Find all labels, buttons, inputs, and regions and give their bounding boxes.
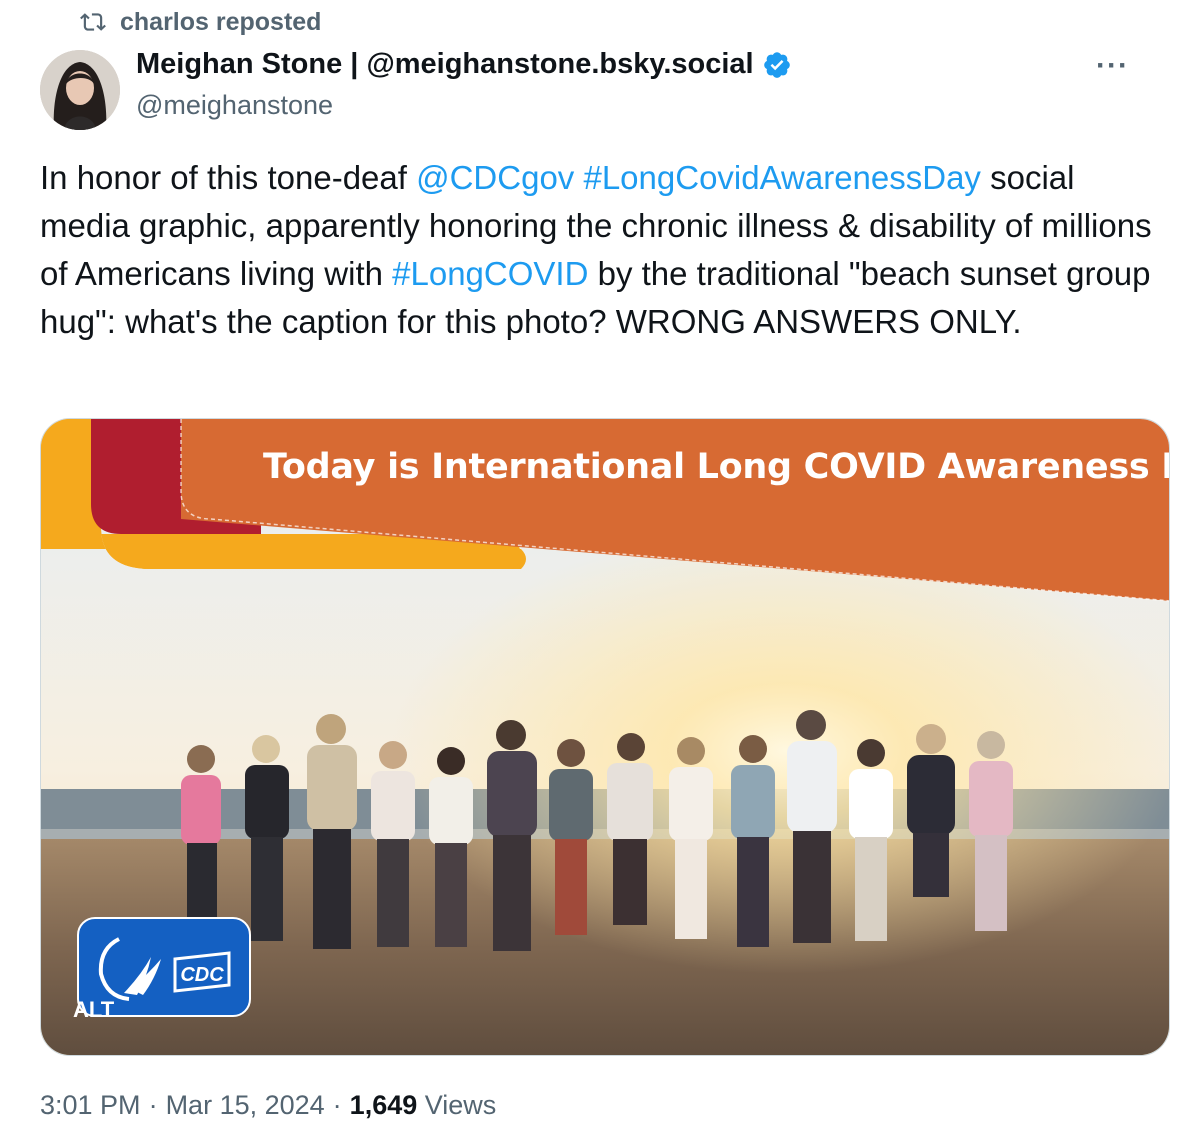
person: [487, 720, 537, 951]
repost-icon: [80, 13, 106, 31]
tweet-meta: 3:01 PM · Mar 15, 2024 · 1,649 Views: [40, 1090, 496, 1121]
tweet-text-segment: In honor of this tone-deaf: [40, 159, 417, 196]
repost-indicator[interactable]: charlos reposted: [80, 6, 321, 38]
tweet-time[interactable]: 3:01 PM: [40, 1090, 141, 1121]
views-count: 1,649: [349, 1090, 418, 1120]
cdc-logo-text: CDC: [180, 964, 224, 986]
views-label: Views: [424, 1090, 497, 1120]
more-options-icon[interactable]: ···: [1096, 51, 1129, 81]
author-handle[interactable]: @meighanstone: [136, 90, 333, 121]
person: [371, 741, 415, 947]
person: [731, 735, 775, 947]
repost-label: charlos reposted: [120, 7, 322, 36]
verified-badge-icon: [763, 51, 790, 78]
author-display-name[interactable]: Meighan Stone | @meighanstone.bsky.socia…: [136, 48, 754, 81]
person: [787, 710, 837, 943]
avatar[interactable]: [40, 50, 120, 130]
banner-headline: Today is International Long COVID Awaren…: [263, 447, 1170, 487]
meta-separator: ·: [148, 1090, 158, 1120]
hashtag-link[interactable]: #LongCovidAwarenessDay: [583, 159, 980, 196]
author-name-row[interactable]: Meighan Stone | @meighanstone.bsky.socia…: [136, 48, 792, 81]
tweet-date[interactable]: Mar 15, 2024: [166, 1090, 325, 1121]
person: [245, 735, 289, 941]
tweet-image[interactable]: Today is International Long COVID Awaren…: [40, 418, 1170, 1056]
person: [307, 714, 357, 949]
mention-link[interactable]: @CDCgov: [416, 159, 574, 196]
meta-separator: ·: [332, 1090, 342, 1120]
hashtag-link[interactable]: #LongCOVID: [392, 255, 588, 292]
alt-text-badge[interactable]: ALT: [73, 997, 114, 1023]
tweet-text: In honor of this tone-deaf @CDCgov #Long…: [40, 154, 1170, 346]
